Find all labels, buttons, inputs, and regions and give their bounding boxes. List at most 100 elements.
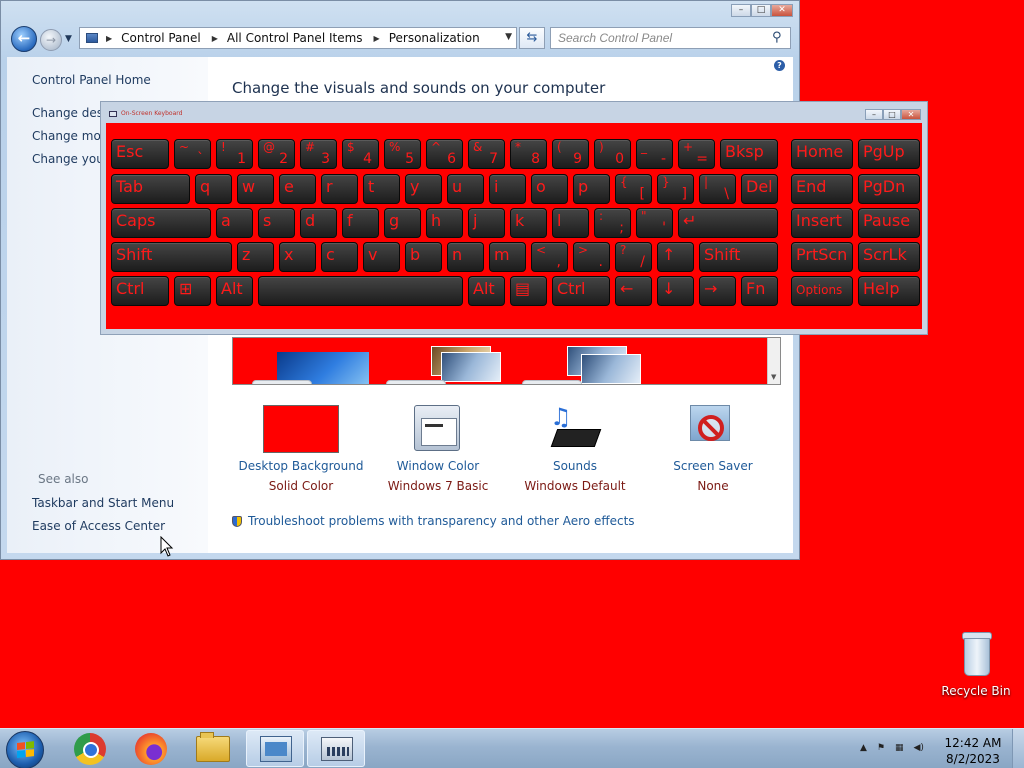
- close-button[interactable]: ✕: [771, 4, 793, 17]
- key-7[interactable]: & 7: [468, 139, 505, 169]
- screen-saver-value[interactable]: None: [643, 479, 783, 493]
- key-n[interactable]: n: [447, 242, 484, 272]
- key-tab[interactable]: Tab: [111, 174, 190, 204]
- refresh-button[interactable]: ⇆: [519, 27, 545, 49]
- key-e[interactable]: e: [279, 174, 316, 204]
- key-home[interactable]: Home: [791, 139, 853, 169]
- key-esc[interactable]: Esc: [111, 139, 169, 169]
- key-[interactable]: _ -: [636, 139, 673, 169]
- key-[interactable]: :;: [594, 208, 631, 238]
- key-y[interactable]: y: [405, 174, 442, 204]
- key-[interactable]: ↓: [657, 276, 694, 306]
- key-[interactable]: {[: [615, 174, 652, 204]
- address-bar[interactable]: ▶ Control Panel ▶ All Control Panel Item…: [79, 27, 517, 49]
- osk-maximize-button[interactable]: □: [883, 109, 901, 120]
- desktop-background-value[interactable]: Solid Color: [231, 479, 371, 493]
- network-icon[interactable]: ▦: [895, 743, 904, 753]
- taskbar-on-screen-keyboard[interactable]: [307, 730, 365, 767]
- key-pgup[interactable]: PgUp: [858, 139, 920, 169]
- window-color-value[interactable]: Windows 7 Basic: [368, 479, 508, 493]
- key-pause[interactable]: Pause: [858, 208, 920, 238]
- key-[interactable]: " ': [636, 208, 673, 238]
- ease-of-access-link[interactable]: Ease of Access Center: [32, 519, 165, 533]
- key-d[interactable]: d: [300, 208, 337, 238]
- breadcrumb-all-items[interactable]: All Control Panel Items: [227, 31, 363, 45]
- taskbar-control-panel[interactable]: [246, 730, 304, 767]
- key-k[interactable]: k: [510, 208, 547, 238]
- osk-close-button[interactable]: ✕: [901, 109, 921, 120]
- osk-minimize-button[interactable]: –: [865, 109, 883, 120]
- key-[interactable]: ? /: [615, 242, 652, 272]
- key-del[interactable]: Del: [741, 174, 778, 204]
- key-[interactable]: →: [699, 276, 736, 306]
- key-u[interactable]: u: [447, 174, 484, 204]
- key-1[interactable]: ! 1: [216, 139, 253, 169]
- key-a[interactable]: a: [216, 208, 253, 238]
- window-color-icon[interactable]: [414, 405, 460, 451]
- key-[interactable]: + =: [678, 139, 715, 169]
- show-desktop-button[interactable]: [1012, 729, 1024, 768]
- key-8[interactable]: * 8: [510, 139, 547, 169]
- breadcrumb-chevron-icon[interactable]: ▶: [106, 34, 112, 43]
- key-prtscn[interactable]: PrtScn: [791, 242, 853, 272]
- back-button[interactable]: ←: [11, 26, 37, 52]
- start-button[interactable]: [6, 731, 44, 768]
- key-0[interactable]: ) 0: [594, 139, 631, 169]
- key-help[interactable]: Help: [858, 276, 920, 306]
- sounds-icon[interactable]: ♫: [550, 403, 602, 451]
- key-[interactable]: }]: [657, 174, 694, 204]
- key-q[interactable]: q: [195, 174, 232, 204]
- key-[interactable]: <,: [531, 242, 568, 272]
- show-hidden-icons-icon[interactable]: ▲: [860, 743, 867, 753]
- sounds-link[interactable]: Sounds: [505, 459, 645, 473]
- key-shift[interactable]: Shift: [699, 242, 778, 272]
- key-end[interactable]: End: [791, 174, 853, 204]
- help-icon[interactable]: ?: [774, 60, 785, 71]
- key-alt[interactable]: Alt: [468, 276, 505, 306]
- key-[interactable]: ↵: [678, 208, 778, 238]
- key-i[interactable]: i: [489, 174, 526, 204]
- key-l[interactable]: l: [552, 208, 589, 238]
- key-scrlk[interactable]: ScrLk: [858, 242, 920, 272]
- key-pgdn[interactable]: PgDn: [858, 174, 920, 204]
- key-[interactable]: ←: [615, 276, 652, 306]
- search-icon[interactable]: ⚲: [772, 30, 782, 45]
- taskbar-explorer[interactable]: [184, 730, 242, 767]
- key-f[interactable]: f: [342, 208, 379, 238]
- key-9[interactable]: (9: [552, 139, 589, 169]
- key-3[interactable]: #3: [300, 139, 337, 169]
- window-color-link[interactable]: Window Color: [368, 459, 508, 473]
- key-s[interactable]: s: [258, 208, 295, 238]
- clock[interactable]: 12:42 AM 8/2/2023: [940, 735, 1006, 767]
- key-o[interactable]: o: [531, 174, 568, 204]
- key-g[interactable]: g: [384, 208, 421, 238]
- key-b[interactable]: b: [405, 242, 442, 272]
- desktop-background-swatch-icon[interactable]: [263, 405, 339, 453]
- taskbar-firefox[interactable]: [121, 730, 179, 767]
- key-[interactable]: ⊞: [174, 276, 211, 306]
- sounds-value[interactable]: Windows Default: [505, 479, 645, 493]
- key-r[interactable]: r: [321, 174, 358, 204]
- key-[interactable]: >.: [573, 242, 610, 272]
- key-t[interactable]: t: [363, 174, 400, 204]
- key-[interactable]: | \: [699, 174, 736, 204]
- key-x[interactable]: x: [279, 242, 316, 272]
- key-fn[interactable]: Fn: [741, 276, 778, 306]
- breadcrumb-chevron-icon[interactable]: ▶: [212, 34, 218, 43]
- key-bksp[interactable]: Bksp: [720, 139, 778, 169]
- key-6[interactable]: ^ 6: [426, 139, 463, 169]
- key-[interactable]: ▤: [510, 276, 547, 306]
- change-desktop-icons-link[interactable]: Change desk: [32, 106, 110, 120]
- key-caps[interactable]: Caps: [111, 208, 211, 238]
- volume-icon[interactable]: ◀): [914, 743, 924, 753]
- key-space[interactable]: [258, 276, 463, 306]
- key-[interactable]: ↑: [657, 242, 694, 272]
- theme-thumbnail[interactable]: [386, 346, 503, 384]
- control-panel-home-link[interactable]: Control Panel Home: [32, 73, 151, 87]
- theme-list-scrollbar[interactable]: ▼: [767, 338, 780, 384]
- change-account-picture-link[interactable]: Change your: [32, 152, 109, 166]
- maximize-button[interactable]: □: [751, 4, 771, 17]
- recent-pages-dropdown[interactable]: ▼: [65, 34, 72, 44]
- taskbar-start-menu-link[interactable]: Taskbar and Start Menu: [32, 496, 174, 510]
- key-options[interactable]: Options: [791, 276, 853, 306]
